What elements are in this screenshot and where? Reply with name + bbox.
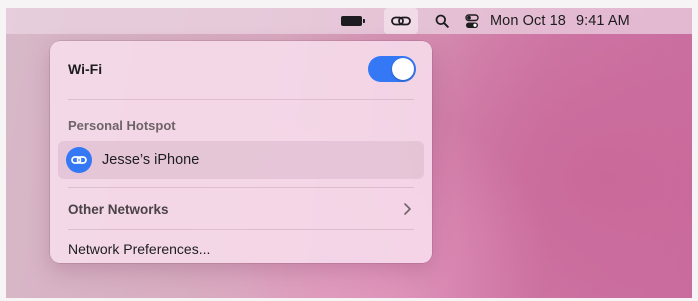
link-glyph [71,156,87,164]
menubar-time: 9:41 AM [575,13,630,29]
wifi-dropdown-panel: Wi-Fi Personal Hotspot Jesse’s iPhone Ot… [50,41,432,263]
battery-nub [363,19,365,23]
link-icon [391,16,411,26]
network-preferences-row[interactable]: Network Preferences... [50,236,432,262]
personal-hotspot-link-icon[interactable] [384,8,418,34]
other-networks-row[interactable]: Other Networks [50,196,432,222]
battery-icon[interactable] [336,8,370,34]
magnifier-glyph [435,14,449,28]
battery-body [341,16,362,26]
hotspot-device-row[interactable]: Jesse’s iPhone [58,141,424,179]
menubar-date: Mon Oct 18 [490,13,566,29]
desktop: Mon Oct 18 9:41 AM Wi-Fi Personal Hotspo… [6,8,692,298]
divider [68,229,414,230]
control-center-glyph [465,13,479,28]
device-name: Jesse’s iPhone [102,152,200,168]
link-icon [66,147,92,173]
control-center-icon[interactable] [461,8,483,34]
menu-bar: Mon Oct 18 9:41 AM [6,8,692,34]
wifi-row: Wi-Fi [50,55,432,83]
chevron-right-icon [404,203,411,215]
divider [68,187,414,188]
search-icon[interactable] [431,8,453,34]
wifi-toggle[interactable] [368,56,416,82]
other-networks-label: Other Networks [68,201,169,217]
divider [68,99,414,100]
toggle-knob [392,58,414,80]
wifi-label: Wi-Fi [68,61,103,77]
personal-hotspot-header: Personal Hotspot [68,118,176,133]
network-preferences-label: Network Preferences... [68,241,211,257]
menubar-clock[interactable]: Mon Oct 18 9:41 AM [490,8,690,34]
